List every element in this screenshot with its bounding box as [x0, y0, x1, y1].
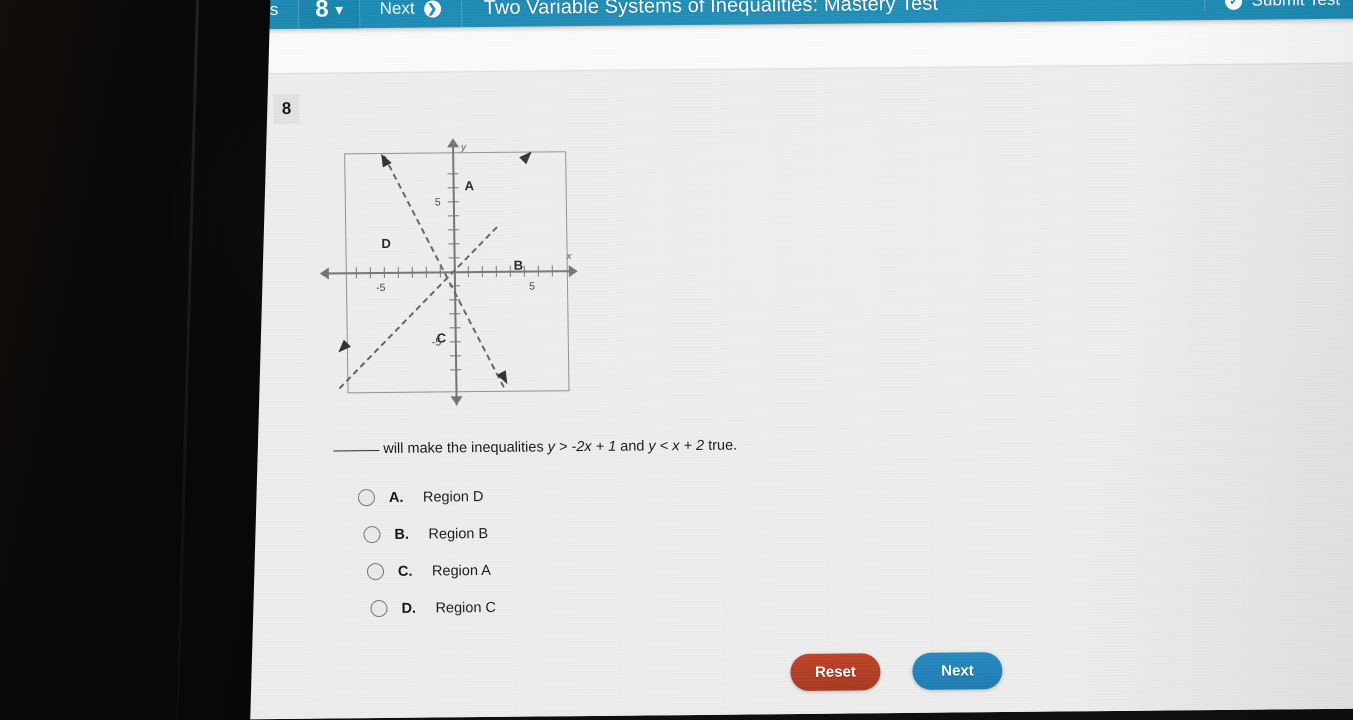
radio-button-b[interactable]: [363, 526, 381, 544]
y-tick: [449, 327, 461, 329]
test-title: Two Variable Systems of Inequalities: Ma…: [483, 0, 939, 19]
y-tick: [447, 201, 459, 203]
region-label-c: C: [436, 330, 447, 346]
reset-button[interactable]: Reset: [790, 653, 881, 692]
x-tick: [495, 265, 498, 277]
submit-test-label: Submit Test: [1251, 0, 1340, 11]
monitor-bezel-left: [0, 0, 271, 720]
x-tick: [523, 265, 526, 277]
region-label-d: D: [381, 235, 391, 252]
y-tick: [450, 369, 462, 371]
y-tick: [449, 341, 461, 343]
submit-test-button[interactable]: ✓ Submit Test: [1204, 0, 1353, 12]
prompt-conjunction: and: [620, 438, 645, 455]
y-tick: [449, 313, 461, 315]
region-label-a: A: [464, 178, 475, 194]
choice-letter-c: C.: [397, 563, 413, 580]
next-question-button[interactable]: Next ❯: [359, 0, 462, 29]
chevron-down-icon: ▾: [335, 1, 343, 18]
circle-arrow-right-icon: ❯: [423, 0, 441, 18]
answer-choice-d[interactable]: D. Region C: [370, 589, 496, 627]
x-tick: [355, 267, 358, 279]
question-action-buttons: Reset Next: [790, 652, 1003, 692]
next-label: Next: [379, 0, 415, 19]
radio-button-a[interactable]: [357, 489, 376, 507]
answer-choice-c[interactable]: C. Region A: [366, 552, 496, 590]
y-tick: [448, 215, 460, 217]
next-button[interactable]: Next: [912, 652, 1003, 690]
x-axis-arrow-right-icon: [568, 265, 578, 278]
x-tick: [551, 265, 554, 277]
y-tick: [449, 355, 462, 357]
x-tick: [411, 266, 414, 278]
choice-text-c: Region A: [431, 562, 491, 580]
choice-text-d: Region C: [435, 599, 497, 616]
answer-blank: [333, 450, 380, 452]
x-tick: [425, 266, 428, 278]
prompt-prefix: will make the inequalities: [383, 439, 544, 457]
coordinate-plane-figure: y x -5 5 5 -5 A B C D: [319, 138, 578, 406]
browser-viewport: ❮ Previous 8 ▾ Next ❯ Two Variable Syste…: [172, 0, 1353, 720]
y-tick: [448, 243, 460, 245]
choice-letter-b: B.: [394, 526, 410, 543]
y-tick: [448, 229, 460, 231]
x-tick: [509, 265, 512, 277]
answer-choice-list: A. Region D B. Region B C. Region A D. R: [357, 478, 497, 627]
question-prompt: will make the inequalities y > -2x + 1 a…: [333, 438, 737, 458]
inequality-2: y < x + 2: [648, 437, 705, 455]
y-axis-arrow-up-icon: [446, 138, 460, 148]
y-tick: [448, 257, 460, 259]
question-card: 8 y x -5 5 5 -5 A B C D will make the in…: [215, 62, 1353, 720]
answer-choice-a[interactable]: A. Region D: [357, 478, 495, 516]
choice-letter-a: A.: [388, 489, 404, 506]
y-tick: [447, 187, 459, 189]
choice-text-b: Region B: [428, 525, 489, 543]
circle-check-icon: ✓: [1225, 0, 1243, 10]
x-tick-label-pos5: 5: [528, 280, 535, 293]
y-tick: [447, 173, 459, 175]
question-number-badge: 8: [273, 93, 300, 125]
x-tick-label-neg5: -5: [375, 281, 386, 295]
inequality-1: y > -2x + 1: [547, 438, 617, 456]
x-axis-arrow-left-icon: [319, 267, 329, 280]
y-axis-arrow-down-icon: [450, 396, 463, 406]
y-tick-label-pos5: 5: [434, 196, 441, 209]
answer-choice-b[interactable]: B. Region B: [363, 515, 495, 553]
x-tick: [481, 266, 484, 278]
radio-button-c[interactable]: [366, 562, 385, 581]
radio-button-d[interactable]: [370, 599, 388, 618]
x-tick: [467, 266, 470, 278]
screen-photo: ❮ Previous 8 ▾ Next ❯ Two Variable Syste…: [0, 0, 1353, 720]
x-axis-label: x: [566, 251, 572, 263]
x-tick: [383, 266, 386, 278]
y-axis-label: y: [461, 142, 467, 154]
question-number-value: 8: [315, 0, 329, 23]
x-tick: [537, 265, 540, 277]
x-tick: [369, 267, 372, 279]
question-number-dropdown[interactable]: 8 ▾: [299, 0, 360, 29]
prompt-suffix: true.: [708, 437, 738, 454]
choice-letter-d: D.: [401, 600, 417, 617]
x-tick: [397, 266, 400, 278]
region-label-b: B: [513, 257, 524, 273]
choice-text-a: Region D: [422, 488, 484, 506]
